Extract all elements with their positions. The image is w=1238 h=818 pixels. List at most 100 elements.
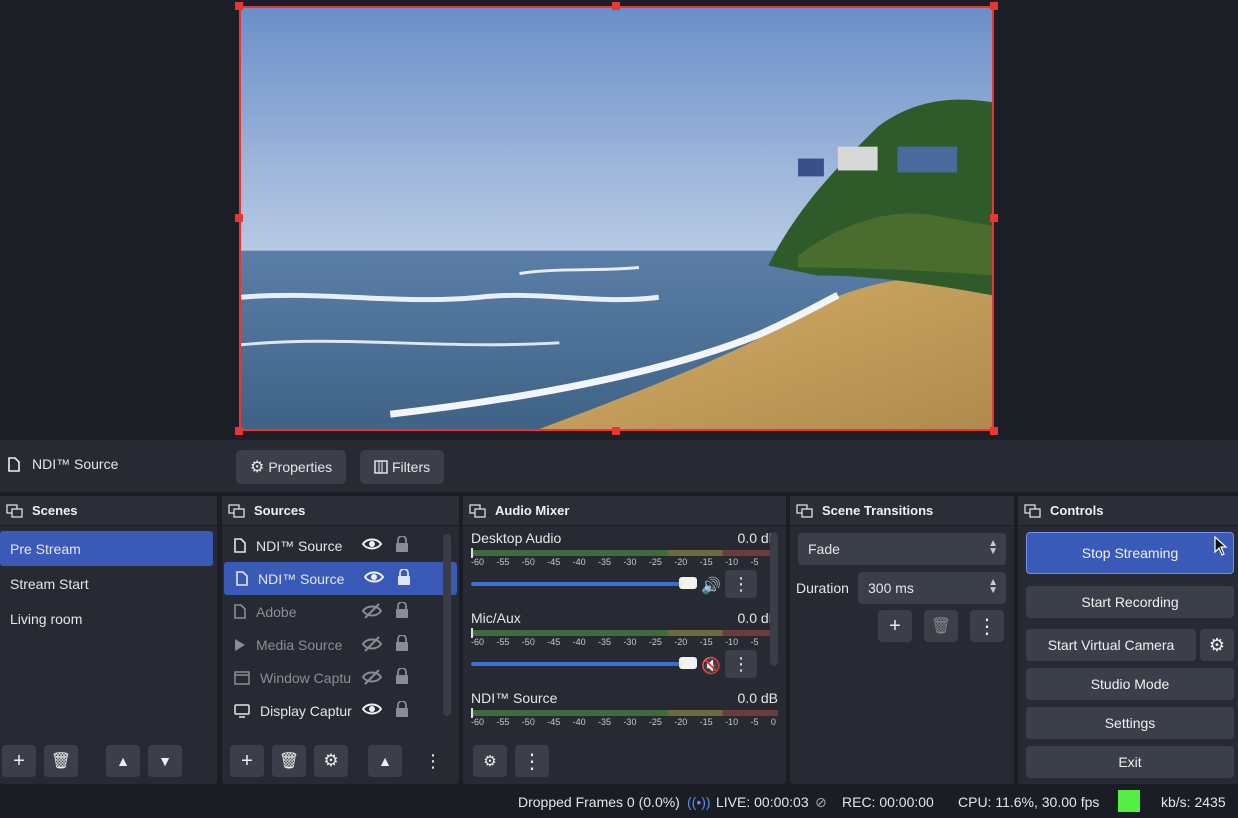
virtual-camera-settings-button[interactable]: ⚙ (1200, 629, 1234, 661)
lock-icon[interactable] (395, 667, 409, 688)
volume-slider[interactable] (471, 577, 697, 589)
audio-channels: Desktop Audio 0.0 dB -60 -55 -50 -45 -40 -35 -30… (463, 526, 786, 766)
preview-area[interactable] (0, 0, 1238, 440)
eye-icon[interactable] (363, 570, 385, 587)
scene-item-living-room[interactable]: Living room (0, 601, 213, 636)
dock-float-icon[interactable] (1024, 503, 1042, 518)
controls-dock: Controls Stop Streaming Start Recording … (1018, 496, 1238, 784)
volume-slider-handle[interactable] (679, 657, 697, 669)
eye-slash-icon[interactable] (361, 669, 383, 688)
audio-mixer-title: Audio Mixer (495, 503, 570, 518)
obs-window: NDI™ Source ⚙ Properties Filters Scenes … (0, 0, 1238, 818)
dock-float-icon[interactable] (796, 503, 814, 518)
start-virtual-camera-button[interactable]: Start Virtual Camera (1026, 629, 1196, 661)
audio-menu-button[interactable]: ⋮ (515, 745, 549, 777)
add-source-button[interactable]: + (230, 745, 264, 777)
meter-tick-label: -10 (725, 557, 739, 567)
resize-handle-bl[interactable] (235, 427, 243, 435)
spinner-arrows-icon[interactable]: ▲ ▼ (988, 578, 998, 596)
cpu-fps-status: CPU: 11.6%, 30.00 fps (958, 794, 1100, 810)
lock-icon[interactable] (395, 535, 409, 556)
source-properties-button[interactable]: ⚙ (314, 745, 348, 777)
source-item[interactable]: Window Capture (222, 661, 459, 694)
audio-scrollbar[interactable] (770, 532, 778, 666)
peak-indicator (471, 708, 473, 718)
settings-button[interactable]: Settings (1026, 707, 1234, 739)
move-scene-down-button[interactable]: ▼ (148, 745, 182, 777)
studio-mode-button[interactable]: Studio Mode (1026, 668, 1234, 700)
preview-canvas[interactable] (239, 6, 994, 431)
muted-speaker-icon[interactable]: 🔇 (701, 656, 721, 676)
stop-streaming-button[interactable]: Stop Streaming (1026, 532, 1234, 574)
trash-icon: 🗑 (278, 753, 300, 770)
sources-dock: Sources NDI™ Source NDI™ Source Adobe Media… (222, 496, 459, 784)
channel-menu-button[interactable]: ⋮ (725, 570, 757, 598)
monitor-icon (234, 703, 250, 718)
remove-transition-button[interactable]: 🗑 (924, 610, 958, 642)
volume-slider-handle[interactable] (679, 577, 697, 589)
resize-handle-tl[interactable] (235, 2, 243, 10)
speaker-icon[interactable]: 🔊 (701, 576, 721, 596)
resize-handle-tm[interactable] (612, 2, 620, 10)
dock-float-icon[interactable] (469, 503, 487, 518)
eye-slash-icon[interactable] (361, 603, 383, 622)
move-scene-up-button[interactable]: ▲ (106, 745, 140, 777)
advanced-audio-button[interactable]: ⚙ (473, 745, 507, 777)
remove-source-button[interactable]: 🗑 (272, 745, 306, 777)
properties-button[interactable]: ⚙ Properties (236, 450, 347, 484)
transition-select[interactable]: Fade ▲ ▼ (798, 533, 1006, 565)
filters-button[interactable]: Filters (360, 450, 445, 484)
source-item[interactable]: Adobe (222, 595, 459, 628)
source-item[interactable]: NDI™ Source (224, 562, 457, 595)
file-icon (234, 538, 246, 553)
source-item[interactable]: Media Source (222, 628, 459, 661)
eye-icon[interactable] (361, 702, 383, 719)
channel-menu-button[interactable]: ⋮ (725, 650, 757, 678)
eye-icon[interactable] (361, 537, 383, 554)
audio-toolbar: ⚙ ⋮ (463, 744, 786, 778)
sources-menu-button[interactable]: ⋮ (424, 751, 442, 772)
start-recording-button[interactable]: Start Recording (1026, 586, 1234, 618)
resize-handle-br[interactable] (990, 427, 998, 435)
bitrate-status: kb/s: 2435 (1161, 794, 1226, 810)
volume-meter (471, 708, 778, 718)
peak-indicator (471, 548, 473, 558)
lock-icon[interactable] (395, 700, 409, 721)
move-source-up-button[interactable]: ▲ (368, 745, 402, 777)
sources-title: Sources (254, 503, 306, 518)
add-scene-button[interactable]: + (2, 745, 36, 777)
plus-icon: + (241, 749, 253, 772)
gear-icon: ⚙ (323, 751, 339, 770)
lock-icon[interactable] (395, 601, 409, 622)
lock-icon[interactable] (395, 634, 409, 655)
chevron-up-icon: ▲ (378, 753, 392, 769)
source-item[interactable]: NDI™ Source (222, 529, 459, 562)
source-item[interactable]: Display Capture (222, 694, 459, 727)
resize-handle-bm[interactable] (612, 427, 620, 435)
scene-item-pre-stream[interactable]: Pre Stream (0, 531, 213, 566)
sources-scrollbar[interactable] (443, 534, 451, 716)
scene-item-stream-start[interactable]: Stream Start (0, 566, 213, 601)
scene-label: Pre Stream (10, 540, 81, 557)
dock-float-icon[interactable] (6, 503, 24, 518)
eye-slash-icon[interactable] (361, 636, 383, 655)
scenes-toolbar: + 🗑 ▲ ▼ (0, 744, 217, 778)
transition-properties-button[interactable]: ⋮ (970, 610, 1004, 642)
duration-spinbox[interactable]: 300 ms ▲ ▼ (858, 572, 1006, 604)
volume-meter (471, 548, 778, 558)
meter-tick-label: -45 (547, 637, 561, 647)
volume-slider[interactable] (471, 657, 697, 669)
meter-tick-label: -25 (648, 637, 662, 647)
resize-handle-ml[interactable] (235, 214, 243, 222)
recording-off-icon: ⊘ (815, 794, 827, 810)
exit-label: Exit (1118, 754, 1142, 770)
dock-float-icon[interactable] (228, 503, 246, 518)
resize-handle-tr[interactable] (990, 2, 998, 10)
remove-scene-button[interactable]: 🗑 (44, 745, 78, 777)
lock-icon[interactable] (397, 568, 411, 589)
resize-handle-mr[interactable] (990, 214, 998, 222)
meter-tick-label: -50 (521, 717, 535, 727)
add-transition-button[interactable]: + (878, 610, 912, 642)
exit-button[interactable]: Exit (1026, 746, 1234, 778)
source-name: Window Capture (260, 669, 352, 686)
